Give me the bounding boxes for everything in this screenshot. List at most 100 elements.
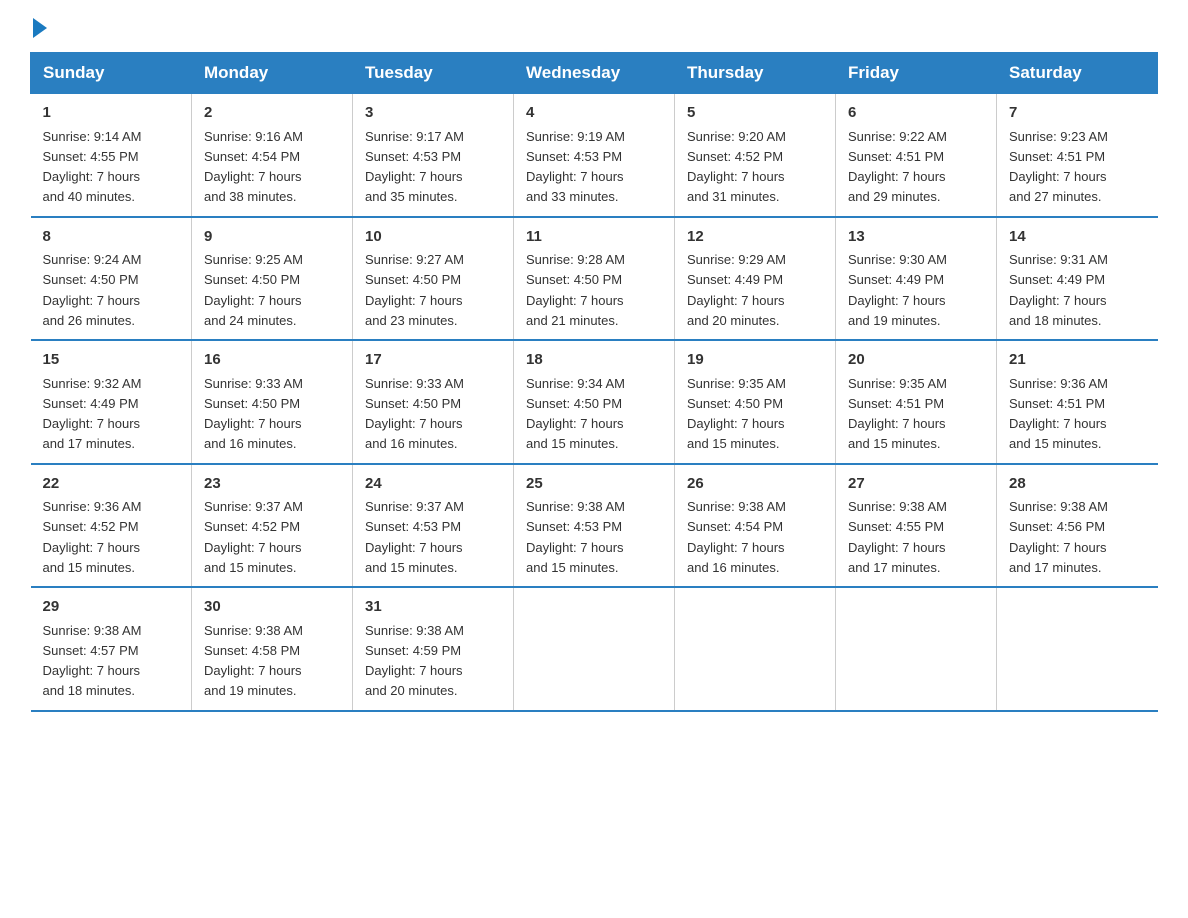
day-number: 20 xyxy=(848,349,984,372)
calendar-cell: 6 Sunrise: 9:22 AMSunset: 4:51 PMDayligh… xyxy=(836,94,997,217)
day-number: 19 xyxy=(687,349,823,372)
calendar-cell: 12 Sunrise: 9:29 AMSunset: 4:49 PMDaylig… xyxy=(675,217,836,341)
calendar-cell: 20 Sunrise: 9:35 AMSunset: 4:51 PMDaylig… xyxy=(836,340,997,464)
day-info: Sunrise: 9:38 AMSunset: 4:56 PMDaylight:… xyxy=(1009,499,1108,575)
calendar-week-row: 29 Sunrise: 9:38 AMSunset: 4:57 PMDaylig… xyxy=(31,587,1158,711)
day-info: Sunrise: 9:33 AMSunset: 4:50 PMDaylight:… xyxy=(204,376,303,452)
day-number: 22 xyxy=(43,473,180,496)
day-info: Sunrise: 9:38 AMSunset: 4:54 PMDaylight:… xyxy=(687,499,786,575)
day-info: Sunrise: 9:28 AMSunset: 4:50 PMDaylight:… xyxy=(526,252,625,328)
day-info: Sunrise: 9:35 AMSunset: 4:50 PMDaylight:… xyxy=(687,376,786,452)
day-info: Sunrise: 9:30 AMSunset: 4:49 PMDaylight:… xyxy=(848,252,947,328)
day-number: 7 xyxy=(1009,102,1146,125)
day-info: Sunrise: 9:38 AMSunset: 4:55 PMDaylight:… xyxy=(848,499,947,575)
day-info: Sunrise: 9:31 AMSunset: 4:49 PMDaylight:… xyxy=(1009,252,1108,328)
calendar-cell: 9 Sunrise: 9:25 AMSunset: 4:50 PMDayligh… xyxy=(192,217,353,341)
calendar-cell: 5 Sunrise: 9:20 AMSunset: 4:52 PMDayligh… xyxy=(675,94,836,217)
day-info: Sunrise: 9:33 AMSunset: 4:50 PMDaylight:… xyxy=(365,376,464,452)
day-number: 12 xyxy=(687,226,823,249)
day-of-week-header: Thursday xyxy=(675,53,836,94)
day-info: Sunrise: 9:24 AMSunset: 4:50 PMDaylight:… xyxy=(43,252,142,328)
calendar-cell: 16 Sunrise: 9:33 AMSunset: 4:50 PMDaylig… xyxy=(192,340,353,464)
day-info: Sunrise: 9:25 AMSunset: 4:50 PMDaylight:… xyxy=(204,252,303,328)
calendar-cell: 21 Sunrise: 9:36 AMSunset: 4:51 PMDaylig… xyxy=(997,340,1158,464)
calendar-cell: 19 Sunrise: 9:35 AMSunset: 4:50 PMDaylig… xyxy=(675,340,836,464)
calendar-cell: 2 Sunrise: 9:16 AMSunset: 4:54 PMDayligh… xyxy=(192,94,353,217)
day-info: Sunrise: 9:27 AMSunset: 4:50 PMDaylight:… xyxy=(365,252,464,328)
calendar-cell: 30 Sunrise: 9:38 AMSunset: 4:58 PMDaylig… xyxy=(192,587,353,711)
calendar-cell: 7 Sunrise: 9:23 AMSunset: 4:51 PMDayligh… xyxy=(997,94,1158,217)
day-info: Sunrise: 9:38 AMSunset: 4:53 PMDaylight:… xyxy=(526,499,625,575)
day-info: Sunrise: 9:34 AMSunset: 4:50 PMDaylight:… xyxy=(526,376,625,452)
calendar-cell: 31 Sunrise: 9:38 AMSunset: 4:59 PMDaylig… xyxy=(353,587,514,711)
day-of-week-header: Tuesday xyxy=(353,53,514,94)
calendar-cell: 8 Sunrise: 9:24 AMSunset: 4:50 PMDayligh… xyxy=(31,217,192,341)
day-number: 25 xyxy=(526,473,662,496)
day-number: 26 xyxy=(687,473,823,496)
day-number: 17 xyxy=(365,349,501,372)
calendar-week-row: 22 Sunrise: 9:36 AMSunset: 4:52 PMDaylig… xyxy=(31,464,1158,588)
calendar-cell: 17 Sunrise: 9:33 AMSunset: 4:50 PMDaylig… xyxy=(353,340,514,464)
calendar-cell: 29 Sunrise: 9:38 AMSunset: 4:57 PMDaylig… xyxy=(31,587,192,711)
day-number: 30 xyxy=(204,596,340,619)
calendar-cell: 27 Sunrise: 9:38 AMSunset: 4:55 PMDaylig… xyxy=(836,464,997,588)
day-number: 28 xyxy=(1009,473,1146,496)
calendar-table: SundayMondayTuesdayWednesdayThursdayFrid… xyxy=(30,52,1158,712)
calendar-cell: 22 Sunrise: 9:36 AMSunset: 4:52 PMDaylig… xyxy=(31,464,192,588)
day-number: 11 xyxy=(526,226,662,249)
calendar-cell: 26 Sunrise: 9:38 AMSunset: 4:54 PMDaylig… xyxy=(675,464,836,588)
day-number: 8 xyxy=(43,226,180,249)
day-of-week-header: Saturday xyxy=(997,53,1158,94)
day-info: Sunrise: 9:38 AMSunset: 4:57 PMDaylight:… xyxy=(43,623,142,699)
calendar-cell xyxy=(675,587,836,711)
calendar-cell: 11 Sunrise: 9:28 AMSunset: 4:50 PMDaylig… xyxy=(514,217,675,341)
calendar-cell: 13 Sunrise: 9:30 AMSunset: 4:49 PMDaylig… xyxy=(836,217,997,341)
day-number: 18 xyxy=(526,349,662,372)
day-number: 14 xyxy=(1009,226,1146,249)
calendar-cell: 4 Sunrise: 9:19 AMSunset: 4:53 PMDayligh… xyxy=(514,94,675,217)
day-info: Sunrise: 9:14 AMSunset: 4:55 PMDaylight:… xyxy=(43,129,142,205)
calendar-week-row: 1 Sunrise: 9:14 AMSunset: 4:55 PMDayligh… xyxy=(31,94,1158,217)
day-info: Sunrise: 9:17 AMSunset: 4:53 PMDaylight:… xyxy=(365,129,464,205)
day-number: 24 xyxy=(365,473,501,496)
logo-arrow-icon xyxy=(33,18,47,38)
day-of-week-header: Monday xyxy=(192,53,353,94)
calendar-cell: 18 Sunrise: 9:34 AMSunset: 4:50 PMDaylig… xyxy=(514,340,675,464)
day-info: Sunrise: 9:37 AMSunset: 4:52 PMDaylight:… xyxy=(204,499,303,575)
day-number: 29 xyxy=(43,596,180,619)
day-number: 15 xyxy=(43,349,180,372)
day-info: Sunrise: 9:16 AMSunset: 4:54 PMDaylight:… xyxy=(204,129,303,205)
calendar-cell: 23 Sunrise: 9:37 AMSunset: 4:52 PMDaylig… xyxy=(192,464,353,588)
calendar-cell: 28 Sunrise: 9:38 AMSunset: 4:56 PMDaylig… xyxy=(997,464,1158,588)
day-number: 5 xyxy=(687,102,823,125)
day-number: 1 xyxy=(43,102,180,125)
day-of-week-header: Wednesday xyxy=(514,53,675,94)
calendar-cell: 10 Sunrise: 9:27 AMSunset: 4:50 PMDaylig… xyxy=(353,217,514,341)
day-info: Sunrise: 9:38 AMSunset: 4:59 PMDaylight:… xyxy=(365,623,464,699)
day-number: 10 xyxy=(365,226,501,249)
day-number: 23 xyxy=(204,473,340,496)
day-number: 9 xyxy=(204,226,340,249)
logo xyxy=(30,20,47,32)
day-of-week-header: Friday xyxy=(836,53,997,94)
calendar-cell: 25 Sunrise: 9:38 AMSunset: 4:53 PMDaylig… xyxy=(514,464,675,588)
calendar-week-row: 8 Sunrise: 9:24 AMSunset: 4:50 PMDayligh… xyxy=(31,217,1158,341)
calendar-cell: 24 Sunrise: 9:37 AMSunset: 4:53 PMDaylig… xyxy=(353,464,514,588)
day-number: 6 xyxy=(848,102,984,125)
day-number: 4 xyxy=(526,102,662,125)
page-header xyxy=(30,20,1158,32)
day-info: Sunrise: 9:19 AMSunset: 4:53 PMDaylight:… xyxy=(526,129,625,205)
calendar-week-row: 15 Sunrise: 9:32 AMSunset: 4:49 PMDaylig… xyxy=(31,340,1158,464)
day-of-week-header: Sunday xyxy=(31,53,192,94)
day-number: 16 xyxy=(204,349,340,372)
day-number: 13 xyxy=(848,226,984,249)
day-info: Sunrise: 9:22 AMSunset: 4:51 PMDaylight:… xyxy=(848,129,947,205)
calendar-cell xyxy=(997,587,1158,711)
day-number: 21 xyxy=(1009,349,1146,372)
calendar-header-row: SundayMondayTuesdayWednesdayThursdayFrid… xyxy=(31,53,1158,94)
day-number: 2 xyxy=(204,102,340,125)
day-info: Sunrise: 9:38 AMSunset: 4:58 PMDaylight:… xyxy=(204,623,303,699)
day-number: 31 xyxy=(365,596,501,619)
day-info: Sunrise: 9:23 AMSunset: 4:51 PMDaylight:… xyxy=(1009,129,1108,205)
day-number: 3 xyxy=(365,102,501,125)
